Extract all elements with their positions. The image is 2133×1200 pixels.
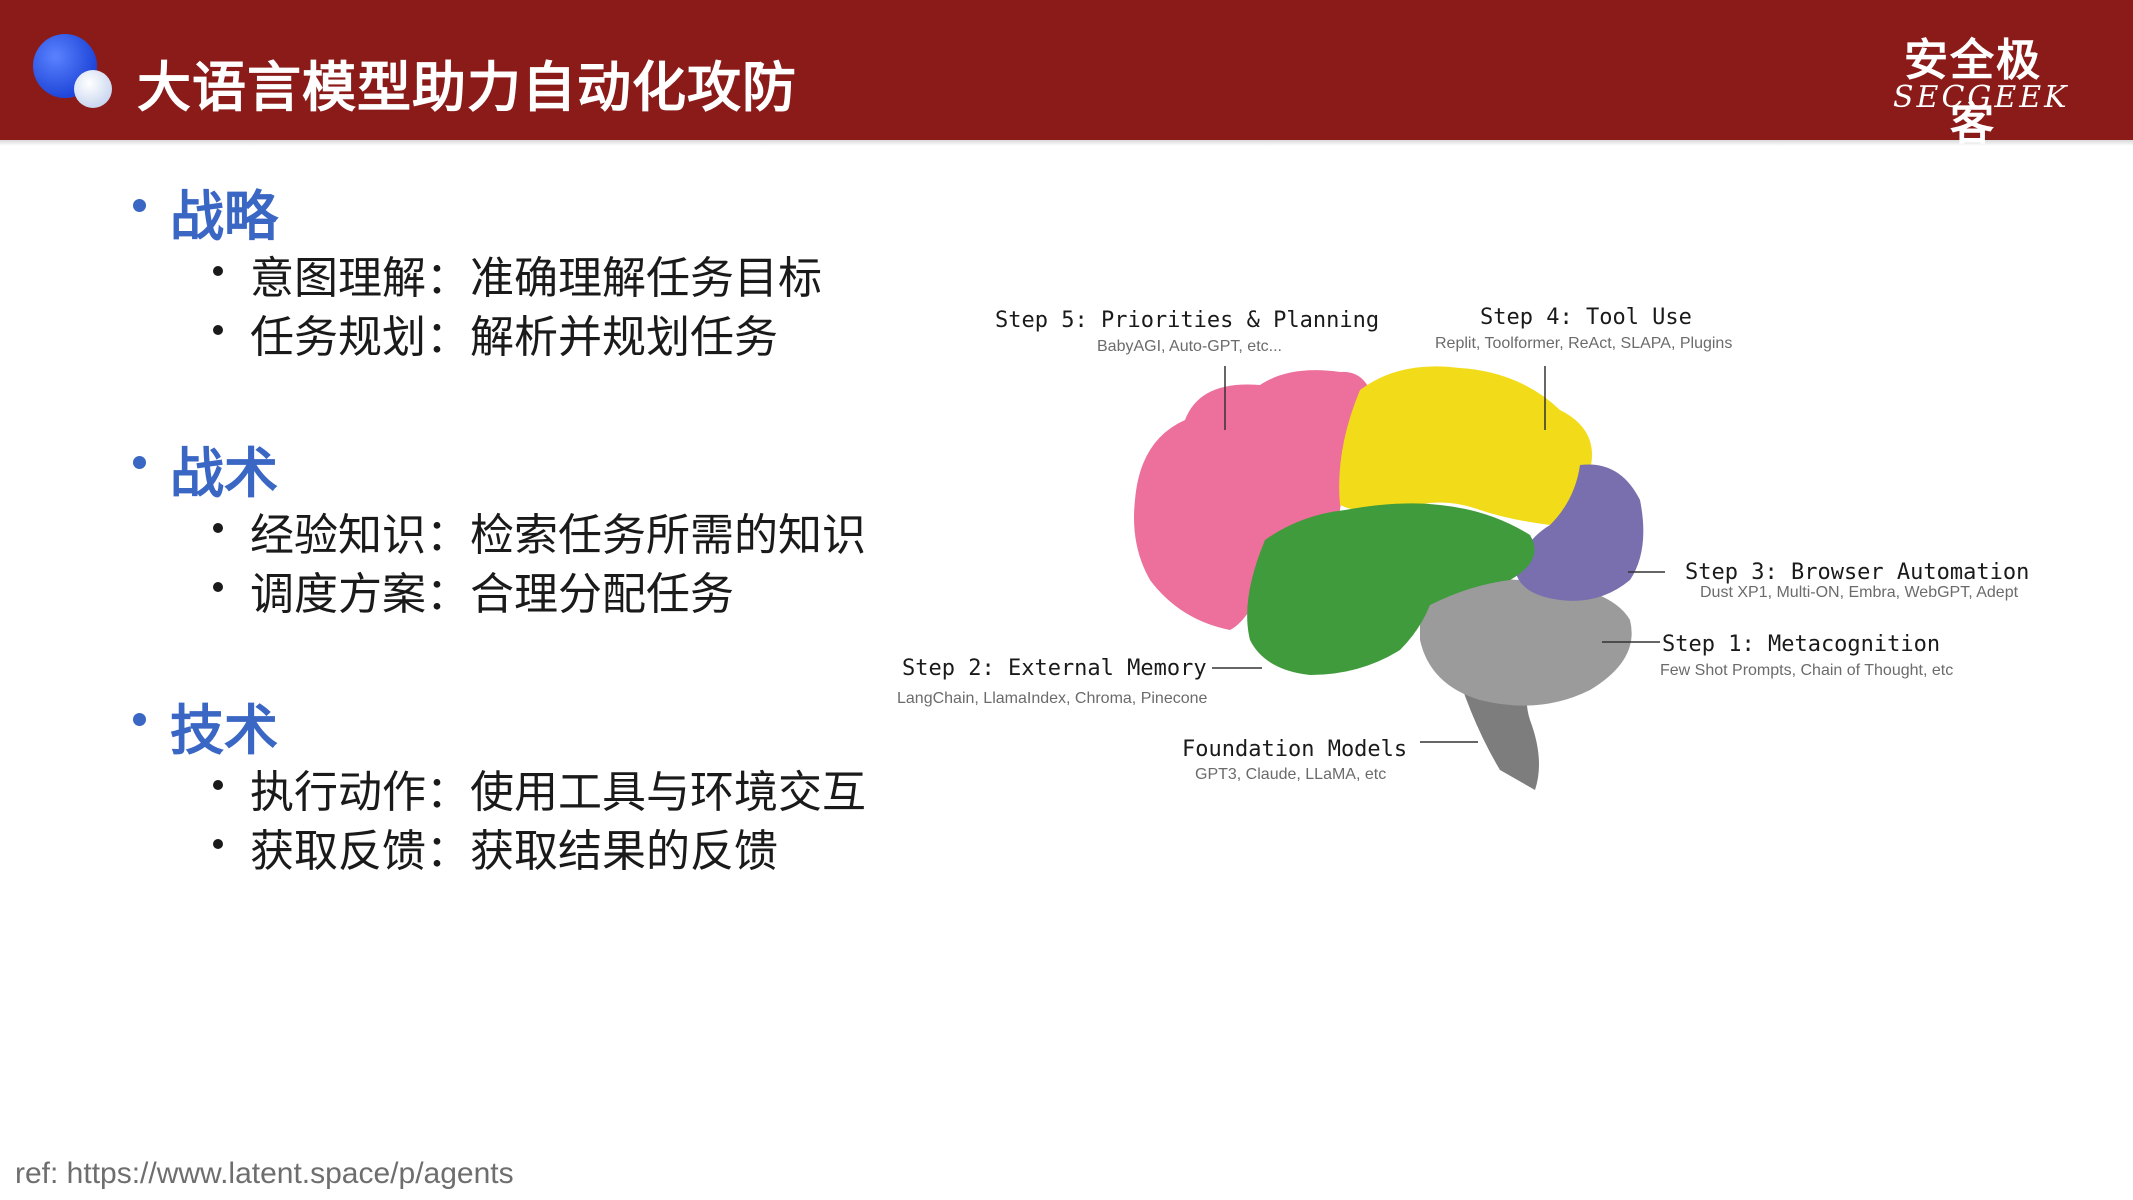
step4-label: Step 4: Tool Use	[1480, 305, 1692, 330]
parietal-lobe-region	[1339, 366, 1592, 525]
step4-examples: Replit, Toolformer, ReAct, SLAPA, Plugin…	[1435, 335, 1733, 352]
step1-examples: Few Shot Prompts, Chain of Thought, etc	[1660, 662, 1954, 679]
foundation-models-label: Foundation Models	[1182, 737, 1408, 762]
foundation-models-examples: GPT3, Claude, LLaMA, etc	[1195, 766, 1387, 783]
cerebellum-region	[1420, 579, 1632, 706]
step5-examples: BabyAGI, Auto-GPT, etc...	[1097, 338, 1282, 355]
step2-examples: LangChain, LlamaIndex, Chroma, Pinecone	[897, 690, 1208, 707]
step2-label: Step 2: External Memory	[902, 656, 1207, 681]
step3-examples: Dust XP1, Multi-ON, Embra, WebGPT, Adept	[1700, 584, 2019, 601]
step5-label: Step 5: Priorities & Planning	[995, 308, 1380, 333]
reference-link[interactable]: ref: https://www.latent.space/p/agents	[15, 1157, 514, 1191]
step1-label: Step 1: Metacognition	[1662, 632, 1941, 657]
step3-label: Step 3: Browser Automation	[1685, 560, 2030, 585]
